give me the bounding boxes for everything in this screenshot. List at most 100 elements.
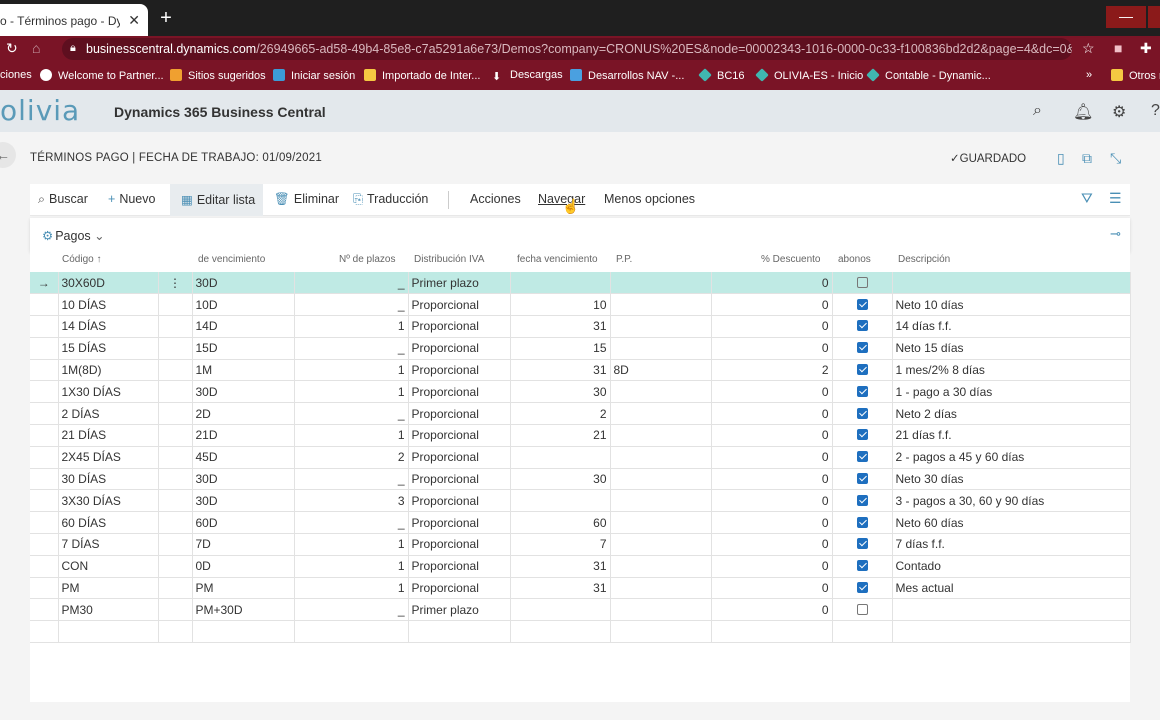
browser-tab[interactable]: o - Términos pago - Dynam ✕ (0, 4, 148, 36)
cell-descripcion[interactable] (892, 598, 1131, 622)
row-indicator[interactable] (30, 555, 59, 578)
col-header-plazos[interactable]: Nº de plazos (339, 254, 395, 265)
cell-descuento[interactable]: 0 (711, 511, 833, 535)
cell-pp[interactable] (610, 446, 712, 469)
cell-codigo[interactable]: 14 DÍAS (58, 315, 159, 338)
table-row[interactable]: 10 DÍAS 10D _ Proporcional 10 0 Neto 10 días (30, 293, 1131, 317)
cell-codigo[interactable]: PM (58, 577, 159, 600)
table-row[interactable]: 60 DÍAS 60D _ Proporcional 60 0 Neto 60 días (30, 511, 1131, 535)
cell-descripcion[interactable]: Neto 15 días (892, 337, 1131, 360)
new-tab-button[interactable]: + (156, 8, 176, 28)
cell-fecha[interactable] (510, 272, 611, 295)
cell-fecha[interactable]: 31 (510, 555, 611, 578)
cell-pp[interactable] (610, 293, 712, 317)
puzzle-icon[interactable]: ✚ (1140, 40, 1152, 57)
empty-row[interactable] (30, 620, 1131, 644)
cell-abonos[interactable] (832, 380, 893, 404)
cell-vencimiento[interactable]: 7D (192, 533, 295, 556)
open-new-window-icon[interactable]: ⧉ (1082, 150, 1092, 167)
cell-codigo[interactable]: 10 DÍAS (58, 293, 159, 317)
col-header-abonos[interactable]: abonos (838, 254, 871, 265)
fewer-options-button[interactable]: Menos opciones (604, 192, 695, 206)
empty-cell[interactable] (510, 620, 611, 644)
cell-plazos[interactable]: 1 (294, 555, 409, 578)
empty-cell[interactable] (192, 620, 295, 644)
cell-descuento[interactable]: 0 (711, 315, 833, 338)
cell-abonos[interactable] (832, 511, 893, 535)
row-menu-icon[interactable] (158, 511, 193, 535)
cell-descuento[interactable]: 0 (711, 272, 833, 295)
bookmark-item[interactable]: Desarrollos NAV -... (570, 69, 684, 82)
cell-plazos[interactable]: 1 (294, 533, 409, 556)
cell-plazos[interactable]: 2 (294, 446, 409, 469)
cell-codigo[interactable]: CON (58, 555, 159, 578)
cell-vencimiento[interactable]: 30D (192, 380, 295, 404)
filter-icon[interactable]: ⛛ (1081, 190, 1093, 207)
cell-plazos[interactable]: _ (294, 272, 409, 295)
row-menu-icon[interactable] (158, 533, 193, 556)
view-selector[interactable]: ⚙ Pagos ⌄ (42, 228, 105, 243)
col-header-descuento[interactable]: % Descuento (761, 254, 820, 265)
cell-abonos[interactable] (832, 468, 893, 491)
cell-descuento[interactable]: 0 (711, 489, 833, 513)
cell-fecha[interactable] (510, 446, 611, 469)
cell-fecha[interactable] (510, 489, 611, 513)
cell-plazos[interactable]: _ (294, 468, 409, 491)
row-indicator[interactable]: → (30, 272, 59, 295)
row-menu-icon[interactable] (158, 424, 193, 447)
table-row[interactable]: PM PM 1 Proporcional 31 0 Mes actual (30, 577, 1131, 600)
row-menu-icon[interactable] (158, 446, 193, 469)
maximize-button[interactable] (1148, 6, 1160, 28)
table-row[interactable]: → 30X60D ⋮ 30D _ Primer plazo 0 (30, 272, 1131, 295)
row-menu-icon[interactable] (158, 337, 193, 360)
cell-abonos[interactable] (832, 337, 893, 360)
cell-pp[interactable] (610, 272, 712, 295)
row-indicator[interactable] (30, 533, 59, 556)
cell-fecha[interactable]: 2 (510, 402, 611, 426)
cell-codigo[interactable]: 1X30 DÍAS (58, 380, 159, 404)
table-row[interactable]: 7 DÍAS 7D 1 Proporcional 7 0 7 días f.f. (30, 533, 1131, 556)
row-indicator[interactable] (30, 380, 59, 404)
bookmark-icon[interactable]: ▯ (1057, 150, 1065, 167)
row-indicator[interactable] (30, 511, 59, 535)
cell-fecha[interactable]: 7 (510, 533, 611, 556)
cell-vencimiento[interactable]: 10D (192, 293, 295, 317)
cell-pp[interactable]: 8D (610, 359, 712, 382)
cell-fecha[interactable]: 60 (510, 511, 611, 535)
cell-descripcion[interactable]: 1 mes/2% 8 días (892, 359, 1131, 382)
abonos-checkbox[interactable] (856, 320, 868, 332)
table-row[interactable]: 2X45 DÍAS 45D 2 Proporcional 0 2 - pagos a 45… (30, 446, 1131, 469)
cell-abonos[interactable] (832, 489, 893, 513)
abonos-checkbox[interactable] (856, 298, 868, 310)
cell-abonos[interactable] (832, 555, 893, 578)
row-menu-icon[interactable] (158, 293, 193, 317)
cell-descripcion[interactable] (892, 272, 1131, 295)
cell-distribucion[interactable]: Proporcional (408, 577, 511, 600)
cell-abonos[interactable] (832, 359, 893, 382)
cell-distribucion[interactable]: Proporcional (408, 337, 511, 360)
cell-fecha[interactable]: 21 (510, 424, 611, 447)
cell-descuento[interactable]: 0 (711, 293, 833, 317)
empty-cell[interactable] (294, 620, 409, 644)
col-header-descripcion[interactable]: Descripción (898, 254, 950, 265)
cell-vencimiento[interactable]: PM+30D (192, 598, 295, 622)
row-indicator[interactable] (30, 424, 59, 447)
cell-codigo[interactable]: 60 DÍAS (58, 511, 159, 535)
cell-descuento[interactable]: 0 (711, 337, 833, 360)
table-row[interactable]: 21 DÍAS 21D 1 Proporcional 21 0 21 días f.f. (30, 424, 1131, 447)
bookmark-item[interactable]: BC16 (698, 68, 745, 82)
pin-icon[interactable]: ⊸ (1110, 226, 1121, 242)
empty-cell[interactable] (832, 620, 893, 644)
cell-descuento[interactable]: 0 (711, 533, 833, 556)
table-row[interactable]: 2 DÍAS 2D _ Proporcional 2 0 Neto 2 días (30, 402, 1131, 426)
cell-distribucion[interactable]: Proporcional (408, 533, 511, 556)
row-menu-icon[interactable]: ⋮ (158, 272, 193, 295)
cell-pp[interactable] (610, 489, 712, 513)
cell-descuento[interactable]: 0 (711, 468, 833, 491)
bookmark-item[interactable]: Otros m (1111, 69, 1160, 82)
col-header-distribucion[interactable]: Distribución IVA (414, 254, 484, 265)
cell-descripcion[interactable]: Neto 10 días (892, 293, 1131, 317)
cell-vencimiento[interactable]: 60D (192, 511, 295, 535)
cell-pp[interactable] (610, 577, 712, 600)
cell-fecha[interactable] (510, 598, 611, 622)
